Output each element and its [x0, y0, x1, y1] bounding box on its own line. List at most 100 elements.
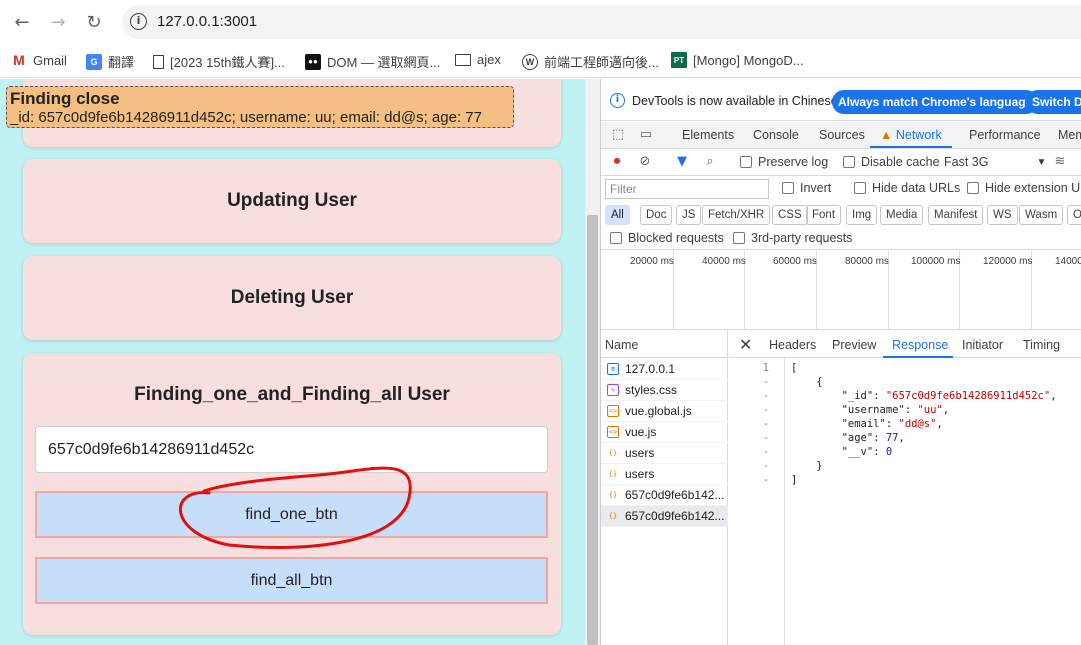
tab-network[interactable]: ▲ Network — [880, 128, 942, 142]
scrollbar-thumb[interactable] — [587, 215, 598, 645]
line-number: - — [762, 418, 769, 430]
resource-type-filters: All Doc JS Fetch/XHR CSS Font Img Media … — [601, 202, 1081, 228]
device-toolbar-icon[interactable]: ▭ — [638, 127, 654, 143]
code-line: } — [791, 460, 823, 472]
code-line: [ — [791, 362, 797, 374]
inspect-element-icon[interactable]: ⬚ — [610, 127, 626, 143]
request-row-selected[interactable]: {} 657c0d9fe6b142... — [601, 506, 728, 527]
blocked-requests-checkbox[interactable]: Blocked requests — [610, 231, 724, 245]
type-filter-wasm[interactable]: Wasm — [1019, 205, 1064, 225]
line-number: - — [762, 404, 769, 416]
type-filter-manifest[interactable]: Manifest — [928, 205, 984, 225]
network-overview-timeline[interactable]: 20000 ms 40000 ms 60000 ms 80000 ms 1000… — [601, 250, 1081, 330]
type-filter-all[interactable]: All — [605, 205, 630, 225]
checkbox[interactable] — [967, 182, 979, 194]
type-filter-doc[interactable]: Doc — [640, 205, 673, 225]
tab-headers[interactable]: Headers — [769, 338, 816, 352]
wordpress-icon: W — [522, 53, 538, 70]
checkbox-label: Hide data URLs — [872, 181, 961, 195]
clear-icon[interactable]: ⊘ — [637, 154, 653, 170]
line-number: - — [762, 376, 769, 388]
code-key: "__v" — [841, 446, 874, 458]
switch-language-button[interactable]: Switch DevTools to Chinese — [1026, 90, 1081, 114]
code-number: 77 — [885, 432, 899, 444]
find-one-button[interactable]: find_one_btn — [35, 491, 548, 538]
browser-toolbar: ← → ↻ i 127.0.0.1:3001 — [0, 0, 1081, 44]
filter-input[interactable]: Filter — [605, 179, 769, 199]
bookmark-medium[interactable]: ●● DOM — 選取網頁... — [305, 52, 440, 71]
invert-checkbox[interactable]: Invert — [782, 181, 831, 195]
bookmark-ithome[interactable]: [2023 15th鐵人賽]... — [153, 52, 285, 71]
tab-sources[interactable]: Sources — [819, 128, 865, 142]
tab-preview[interactable]: Preview — [832, 338, 876, 352]
code-token: } — [816, 460, 823, 472]
fetch-icon: {} — [608, 512, 618, 520]
tab-memory[interactable]: Memory — [1058, 128, 1081, 142]
code-key: "_id" — [841, 390, 874, 402]
request-row[interactable]: {} 657c0d9fe6b142... — [601, 485, 728, 506]
checkbox[interactable] — [733, 232, 745, 244]
find-all-button[interactable]: find_all_btn — [35, 557, 548, 604]
site-info-icon[interactable]: i — [130, 13, 147, 30]
card-updating-user[interactable]: Updating User — [23, 159, 561, 243]
tab-initiator[interactable]: Initiator — [962, 338, 1003, 352]
type-filter-js[interactable]: JS — [676, 205, 702, 225]
type-filter-css[interactable]: CSS — [772, 205, 808, 225]
request-row[interactable]: <> vue.global.js — [601, 401, 728, 422]
user-id-input[interactable]: 657c0d9fe6b14286911d452c — [35, 426, 548, 473]
type-filter-font[interactable]: Font — [806, 205, 842, 225]
third-party-checkbox[interactable]: 3rd-party requests — [733, 231, 852, 245]
request-row[interactable]: ≡ 127.0.0.1 — [601, 359, 728, 380]
checkbox[interactable] — [782, 182, 794, 194]
type-filter-ws[interactable]: WS — [987, 205, 1018, 225]
tab-performance[interactable]: Performance — [969, 128, 1041, 142]
code-string: "dd@s" — [898, 418, 937, 430]
bookmark-wordpress[interactable]: W 前端工程師邁向後... — [522, 52, 659, 71]
request-row[interactable]: ✎ styles.css — [601, 380, 728, 401]
filter-icon[interactable]: ▼ — [674, 154, 690, 170]
type-filter-fetch-xhr[interactable]: Fetch/XHR — [702, 205, 771, 225]
name-column-header[interactable]: Name — [601, 330, 728, 358]
bookmark-translate[interactable]: G 翻譯 — [86, 52, 134, 71]
request-row[interactable]: {} users — [601, 464, 728, 485]
tab-elements[interactable]: Elements — [682, 128, 734, 142]
tab-response[interactable]: Response — [892, 338, 948, 352]
back-arrow-icon[interactable]: ← — [10, 10, 34, 34]
always-match-language-button[interactable]: Always match Chrome's language — [832, 90, 1039, 114]
type-filter-other[interactable]: Other — [1067, 205, 1081, 225]
forward-arrow-icon[interactable]: → — [46, 10, 70, 34]
bookmark-folder-ajex[interactable]: ajex — [455, 52, 501, 67]
bookmark-gmail[interactable]: M Gmail — [11, 52, 67, 68]
page-scrollbar[interactable] — [585, 79, 600, 645]
network-conditions-icon[interactable]: ≋ — [1052, 154, 1068, 170]
checkbox[interactable] — [854, 182, 866, 194]
type-filter-img[interactable]: Img — [846, 205, 878, 225]
close-icon[interactable]: ✕ — [739, 335, 752, 354]
bookmark-mongo[interactable]: PT [Mongo] MongoD... — [671, 52, 804, 68]
hide-extension-urls-checkbox[interactable]: Hide extension URLs — [967, 181, 1081, 195]
code-key: "username" — [841, 404, 905, 416]
throttling-select[interactable]: Fast 3G ▼ — [944, 155, 1046, 169]
search-icon[interactable]: ⌕ — [702, 154, 718, 170]
card-deleting-user[interactable]: Deleting User — [23, 256, 561, 340]
checkbox[interactable] — [740, 156, 752, 168]
request-name: users — [625, 446, 655, 460]
reload-icon[interactable]: ↻ — [82, 10, 106, 34]
toast-body: _id: 657c0d9fe6b14286911d452c; username:… — [10, 109, 482, 126]
tab-console[interactable]: Console — [753, 128, 799, 142]
tab-timing[interactable]: Timing — [1023, 338, 1060, 352]
hide-data-urls-checkbox[interactable]: Hide data URLs — [854, 181, 960, 195]
type-filter-media[interactable]: Media — [880, 205, 924, 225]
timeline-label: 140000 ms — [1055, 256, 1081, 267]
document-icon: ≡ — [607, 363, 619, 375]
checkbox[interactable] — [610, 232, 622, 244]
disable-cache-checkbox[interactable]: Disable cache — [843, 155, 940, 169]
blocked-requests-row: Blocked requests 3rd-party requests — [601, 228, 1081, 250]
preserve-log-checkbox[interactable]: Preserve log — [740, 155, 828, 169]
request-row[interactable]: {} users — [601, 443, 728, 464]
address-bar[interactable]: i 127.0.0.1:3001 — [122, 5, 1081, 39]
line-number: - — [762, 390, 769, 402]
record-stop-icon[interactable]: ⏺ — [609, 154, 625, 170]
checkbox[interactable] — [843, 156, 855, 168]
request-row[interactable]: <> vue.js — [601, 422, 728, 443]
